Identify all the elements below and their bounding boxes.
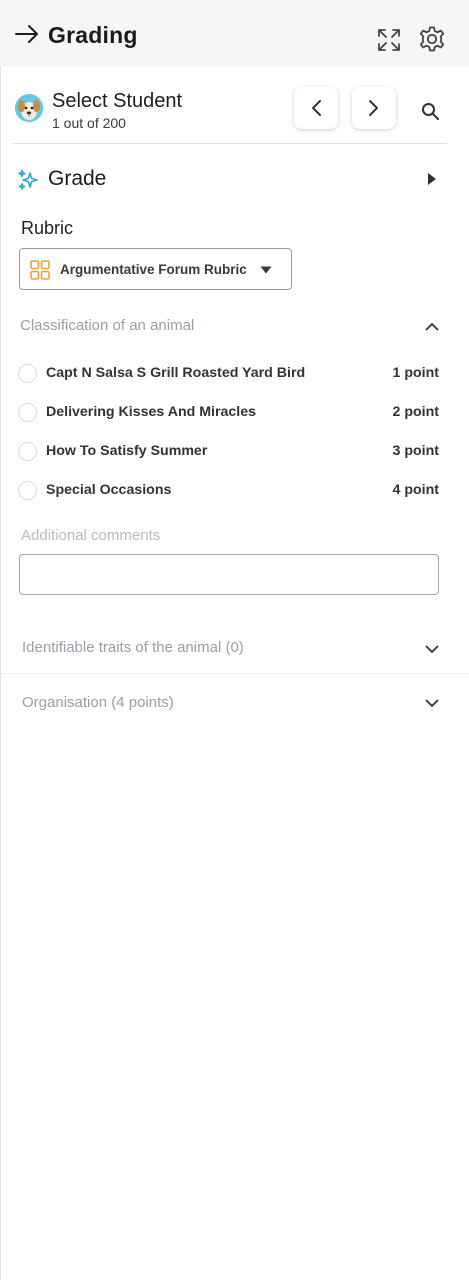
previous-student-button[interactable] bbox=[294, 87, 338, 129]
criterion-header-classification[interactable]: Classification of an animal bbox=[0, 312, 469, 342]
rubric-dropdown[interactable]: Argumentative Forum Rubric bbox=[19, 248, 292, 290]
option-label: Delivering Kisses And Miracles bbox=[46, 404, 257, 420]
criterion-header-traits[interactable]: Identifiable traits of the animal (0) bbox=[0, 634, 469, 664]
caret-right-icon bbox=[428, 173, 436, 185]
grid-icon bbox=[30, 260, 50, 280]
header-bar: Grading bbox=[0, 0, 469, 66]
radio-button[interactable] bbox=[18, 481, 37, 500]
criterion-title: Organisation (4 points) bbox=[22, 694, 174, 711]
criterion-title: Classification of an animal bbox=[20, 317, 195, 334]
next-student-button[interactable] bbox=[352, 87, 396, 129]
comments-label: Additional comments bbox=[21, 527, 161, 544]
option-label: Capt N Salsa S Grill Roasted Yard Bird bbox=[46, 365, 306, 381]
search-icon[interactable] bbox=[420, 101, 440, 121]
divider bbox=[0, 673, 469, 674]
criterion-option[interactable]: Delivering Kisses And Miracles 2 point bbox=[0, 399, 469, 429]
chevron-down-icon bbox=[425, 645, 439, 653]
sparkle-icon bbox=[18, 169, 38, 190]
radio-button[interactable] bbox=[18, 364, 37, 383]
caret-down-icon bbox=[260, 266, 272, 274]
comments-field[interactable] bbox=[19, 554, 439, 595]
criterion-option[interactable]: How To Satisfy Summer 3 point bbox=[0, 438, 469, 468]
student-selector: Select Student 1 out of 200 bbox=[0, 80, 469, 140]
radio-button[interactable] bbox=[18, 442, 37, 461]
criterion-header-organisation[interactable]: Organisation (4 points) bbox=[0, 689, 469, 719]
chevron-down-icon bbox=[425, 699, 439, 707]
arrow-right-icon[interactable] bbox=[14, 24, 40, 44]
criterion-option[interactable]: Special Occasions 4 point bbox=[0, 477, 469, 507]
rubric-selected-value: Argumentative Forum Rubric bbox=[60, 262, 247, 277]
option-points: 1 point bbox=[392, 365, 440, 381]
option-points: 4 point bbox=[392, 482, 440, 498]
option-label: Special Occasions bbox=[46, 482, 172, 498]
grading-panel: Grading Select Student 1 out of 200 Grad… bbox=[0, 0, 469, 1280]
student-name[interactable]: Select Student bbox=[52, 90, 182, 113]
criterion-option[interactable]: Capt N Salsa S Grill Roasted Yard Bird 1… bbox=[0, 360, 469, 390]
rubric-label: Rubric bbox=[21, 218, 74, 238]
dog-avatar[interactable] bbox=[15, 94, 43, 122]
divider bbox=[12, 143, 447, 144]
chevron-left-icon bbox=[312, 100, 321, 116]
chevron-up-icon bbox=[425, 323, 439, 331]
grade-section-toggle[interactable]: Grade bbox=[0, 160, 469, 200]
expand-icon[interactable] bbox=[376, 27, 402, 53]
chevron-right-icon bbox=[369, 100, 378, 116]
criterion-title: Identifiable traits of the animal (0) bbox=[22, 639, 244, 656]
option-points: 2 point bbox=[392, 404, 440, 420]
radio-button[interactable] bbox=[18, 403, 37, 422]
option-points: 3 point bbox=[392, 443, 440, 459]
option-label: How To Satisfy Summer bbox=[46, 443, 208, 459]
gear-icon[interactable] bbox=[418, 25, 446, 53]
grade-label: Grade bbox=[48, 167, 107, 190]
page-title: Grading bbox=[48, 22, 138, 48]
student-count: 1 out of 200 bbox=[52, 115, 126, 131]
